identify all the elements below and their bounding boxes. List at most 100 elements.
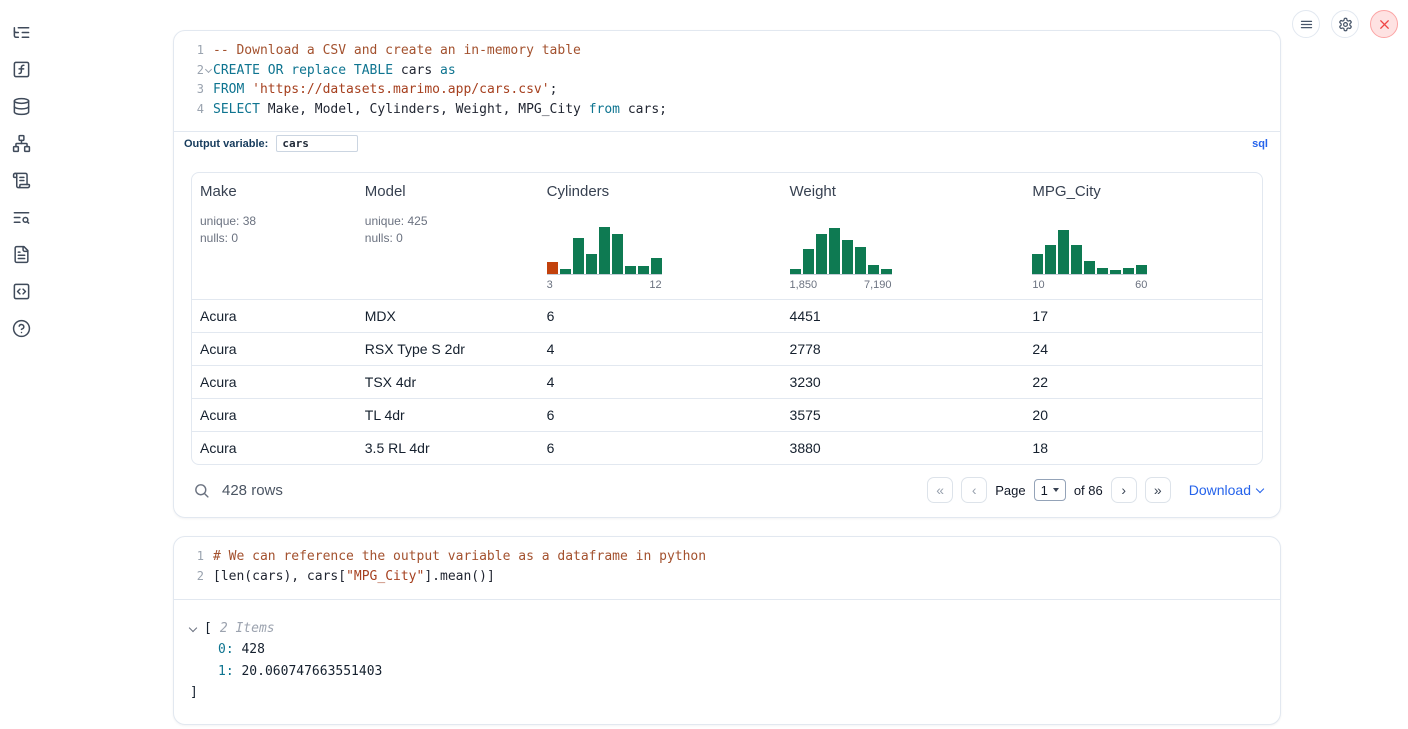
page-total: of 86 bbox=[1074, 483, 1103, 498]
table-cell: 3575 bbox=[782, 398, 1025, 431]
scroll-icon bbox=[12, 171, 31, 190]
histogram-bar[interactable] bbox=[803, 249, 814, 274]
tree-collapse-toggle[interactable] bbox=[190, 625, 204, 631]
table-cell: 3.5 RL 4dr bbox=[357, 431, 539, 464]
histogram-bar[interactable] bbox=[1045, 245, 1056, 274]
histogram-bar[interactable] bbox=[599, 227, 610, 274]
table-cell: 6 bbox=[539, 398, 782, 431]
column-header-model[interactable]: Modelunique: 425nulls: 0 bbox=[357, 173, 539, 299]
snippets-button[interactable] bbox=[10, 281, 32, 301]
histogram-bar[interactable] bbox=[868, 265, 879, 274]
search-logs-button[interactable] bbox=[10, 207, 32, 227]
file-document-icon bbox=[12, 245, 31, 264]
histogram-bar[interactable] bbox=[1097, 268, 1108, 274]
code-line[interactable]: 1# We can reference the output variable … bbox=[174, 547, 1280, 567]
table-cell: TL 4dr bbox=[357, 398, 539, 431]
table-header-row: Makeunique: 38nulls: 0Modelunique: 425nu… bbox=[192, 173, 1262, 299]
table-row[interactable]: AcuraTL 4dr6357520 bbox=[192, 398, 1262, 431]
histogram-bar[interactable] bbox=[1110, 270, 1121, 274]
code-line[interactable]: 3FROM 'https://datasets.marimo.app/cars.… bbox=[174, 80, 1280, 100]
histogram-bar[interactable] bbox=[547, 262, 558, 274]
close-button[interactable] bbox=[1370, 10, 1398, 38]
code-line[interactable]: 4SELECT Make, Model, Cylinders, Weight, … bbox=[174, 100, 1280, 120]
database-button[interactable] bbox=[10, 96, 32, 116]
column-histogram: 312 bbox=[547, 223, 662, 291]
line-number: 2 bbox=[174, 567, 204, 587]
table-cell: 4451 bbox=[782, 299, 1025, 332]
histogram-bar[interactable] bbox=[881, 269, 892, 274]
histogram-bar[interactable] bbox=[855, 247, 866, 274]
column-header-make[interactable]: Makeunique: 38nulls: 0 bbox=[192, 173, 357, 299]
histogram-axis-labels: 1,8507,190 bbox=[790, 279, 892, 291]
file-document-button[interactable] bbox=[10, 244, 32, 264]
tree-entry-key: 1: bbox=[218, 664, 241, 679]
code-line[interactable]: 1-- Download a CSV and create an in-memo… bbox=[174, 41, 1280, 61]
row-count: 428 rows bbox=[222, 482, 283, 499]
code-line[interactable]: 2CREATE OR replace TABLE cars as bbox=[174, 61, 1280, 81]
histogram-bar[interactable] bbox=[1123, 268, 1134, 274]
histogram-bar[interactable] bbox=[612, 234, 623, 274]
histogram-bar[interactable] bbox=[651, 258, 662, 274]
table-row[interactable]: AcuraRSX Type S 2dr4277824 bbox=[192, 332, 1262, 365]
python-code[interactable]: 1# We can reference the output variable … bbox=[174, 537, 1280, 598]
tree-entry-value: 428 bbox=[241, 642, 264, 657]
histogram-bar[interactable] bbox=[573, 238, 584, 274]
last-page-button[interactable]: » bbox=[1145, 477, 1171, 503]
gear-icon bbox=[1338, 17, 1353, 32]
code-line[interactable]: 2[len(cars), cars["MPG_City"].mean()] bbox=[174, 567, 1280, 587]
close-icon bbox=[1377, 17, 1392, 32]
python-cell: 1# We can reference the output variable … bbox=[173, 536, 1281, 724]
histogram-bar[interactable] bbox=[816, 234, 827, 274]
prev-page-button[interactable]: ‹ bbox=[961, 477, 987, 503]
table-row[interactable]: Acura3.5 RL 4dr6388018 bbox=[192, 431, 1262, 464]
page-select[interactable]: 1 bbox=[1034, 479, 1066, 501]
dependency-graph-button[interactable] bbox=[10, 133, 32, 153]
histogram-bar[interactable] bbox=[1032, 254, 1043, 274]
code-text: # We can reference the output variable a… bbox=[204, 547, 706, 567]
sql-code[interactable]: 1-- Download a CSV and create an in-memo… bbox=[174, 31, 1280, 131]
database-icon bbox=[12, 97, 31, 116]
settings-button[interactable] bbox=[1331, 10, 1359, 38]
column-name: MPG_City bbox=[1032, 183, 1254, 200]
function-button[interactable] bbox=[10, 59, 32, 79]
column-name: Weight bbox=[790, 183, 1017, 200]
histogram-bar[interactable] bbox=[586, 254, 597, 274]
code-text: -- Download a CSV and create an in-memor… bbox=[204, 41, 581, 61]
histogram-bar[interactable] bbox=[1084, 261, 1095, 274]
histogram-bar[interactable] bbox=[1071, 245, 1082, 274]
chevron-down-icon bbox=[189, 624, 197, 632]
table-cell: Acura bbox=[192, 332, 357, 365]
tree-root: [ 2 Items bbox=[190, 618, 1264, 640]
histogram-bar[interactable] bbox=[1136, 265, 1147, 274]
output-variable-input[interactable] bbox=[276, 135, 358, 152]
column-header-mpg_city[interactable]: MPG_City1060 bbox=[1024, 173, 1262, 299]
next-page-button[interactable]: › bbox=[1111, 477, 1137, 503]
histogram-bar[interactable] bbox=[560, 269, 571, 274]
table-row[interactable]: AcuraMDX6445117 bbox=[192, 299, 1262, 332]
histogram-bar[interactable] bbox=[625, 266, 636, 274]
chevron-down-icon bbox=[1256, 485, 1264, 493]
scroll-button[interactable] bbox=[10, 170, 32, 190]
histogram-bar[interactable] bbox=[1058, 230, 1069, 274]
function-icon bbox=[12, 60, 31, 79]
histogram-bar[interactable] bbox=[842, 240, 853, 274]
line-number: 1 bbox=[174, 547, 204, 567]
help-button[interactable] bbox=[10, 318, 32, 338]
histogram-bar[interactable] bbox=[638, 266, 649, 274]
search-logs-icon bbox=[12, 208, 31, 227]
first-page-button[interactable]: « bbox=[927, 477, 953, 503]
file-tree-button[interactable] bbox=[10, 22, 32, 42]
table-row[interactable]: AcuraTSX 4dr4323022 bbox=[192, 365, 1262, 398]
column-name: Cylinders bbox=[547, 183, 774, 200]
histogram-bar[interactable] bbox=[790, 269, 801, 274]
left-sidebar bbox=[10, 22, 32, 338]
menu-button[interactable] bbox=[1292, 10, 1320, 38]
column-header-cylinders[interactable]: Cylinders 312 bbox=[539, 173, 782, 299]
table-cell: 24 bbox=[1024, 332, 1262, 365]
table-cell: Acura bbox=[192, 398, 357, 431]
histogram-bar[interactable] bbox=[829, 228, 840, 274]
search-button[interactable] bbox=[193, 482, 210, 499]
column-header-weight[interactable]: Weight 1,8507,190 bbox=[782, 173, 1025, 299]
download-button[interactable]: Download bbox=[1189, 482, 1263, 498]
table-cell: 18 bbox=[1024, 431, 1262, 464]
